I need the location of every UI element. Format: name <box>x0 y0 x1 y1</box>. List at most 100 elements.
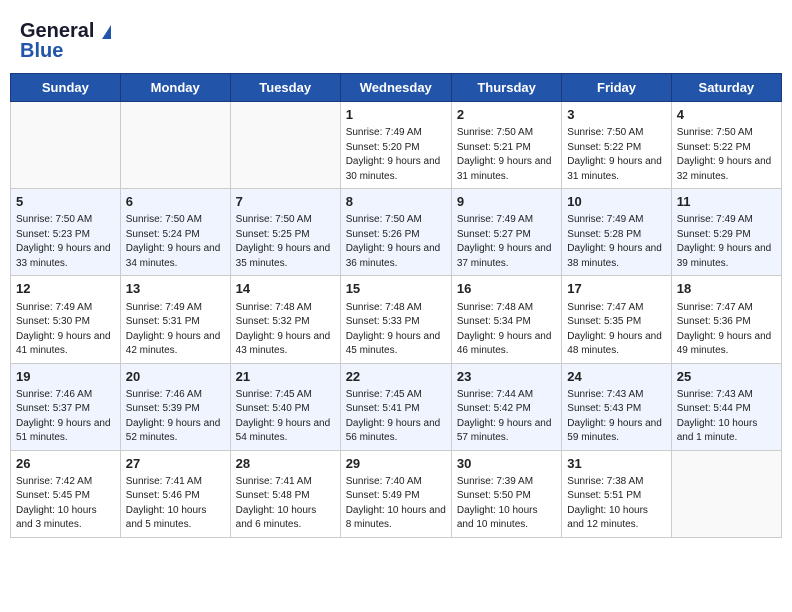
day-number: 26 <box>16 455 115 473</box>
day-info: Sunrise: 7:43 AM Sunset: 5:43 PM Dayligh… <box>567 388 665 446</box>
calendar-cell: 3 Sunrise: 7:50 AM Sunset: 5:22 PM Daylig… <box>562 102 671 189</box>
day-number: 3 <box>567 106 665 124</box>
day-info: Sunrise: 7:46 AM Sunset: 5:39 PM Dayligh… <box>126 388 225 446</box>
calendar-cell <box>230 102 340 189</box>
logo: General Blue <box>20 20 111 63</box>
day-number: 4 <box>677 106 776 124</box>
day-number: 19 <box>16 368 115 386</box>
weekday-header-monday: Monday <box>120 74 230 102</box>
day-number: 10 <box>567 193 665 211</box>
day-info: Sunrise: 7:47 AM Sunset: 5:36 PM Dayligh… <box>677 301 776 359</box>
calendar: SundayMondayTuesdayWednesdayThursdayFrid… <box>10 73 782 538</box>
day-number: 28 <box>236 455 335 473</box>
day-number: 30 <box>457 455 556 473</box>
calendar-week-1: 1Sunrise: 7:49 AM Sunset: 5:20 PM Daylig… <box>11 102 782 189</box>
calendar-week-4: 19 Sunrise: 7:46 AM Sunset: 5:37 PM Dayli… <box>11 363 782 450</box>
calendar-cell: 31Sunrise: 7:38 AM Sunset: 5:51 PM Dayli… <box>562 450 671 537</box>
day-info: Sunrise: 7:50 AM Sunset: 5:22 PM Dayligh… <box>677 126 776 184</box>
day-number: 24 <box>567 368 665 386</box>
day-info: Sunrise: 7:45 AM Sunset: 5:40 PM Dayligh… <box>236 388 335 446</box>
calendar-cell <box>120 102 230 189</box>
day-number: 1 <box>346 106 446 124</box>
day-number: 18 <box>677 280 776 298</box>
calendar-cell: 2 Sunrise: 7:50 AM Sunset: 5:21 PM Daylig… <box>451 102 561 189</box>
weekday-header-tuesday: Tuesday <box>230 74 340 102</box>
day-number: 22 <box>346 368 446 386</box>
calendar-cell: 10 Sunrise: 7:49 AM Sunset: 5:28 PM Dayli… <box>562 189 671 276</box>
calendar-cell: 4 Sunrise: 7:50 AM Sunset: 5:22 PM Daylig… <box>671 102 781 189</box>
day-info: Sunrise: 7:50 AM Sunset: 5:21 PM Dayligh… <box>457 126 556 184</box>
day-info: Sunrise: 7:49 AM Sunset: 5:27 PM Dayligh… <box>457 213 556 271</box>
calendar-cell: 16 Sunrise: 7:48 AM Sunset: 5:34 PM Dayli… <box>451 276 561 363</box>
calendar-cell: 11Sunrise: 7:49 AM Sunset: 5:29 PM Dayli… <box>671 189 781 276</box>
day-info: Sunrise: 7:46 AM Sunset: 5:37 PM Dayligh… <box>16 388 115 446</box>
calendar-cell: 21Sunrise: 7:45 AM Sunset: 5:40 PM Dayli… <box>230 363 340 450</box>
calendar-cell: 1Sunrise: 7:49 AM Sunset: 5:20 PM Daylig… <box>340 102 451 189</box>
logo-text: General <box>20 20 111 42</box>
day-info: Sunrise: 7:44 AM Sunset: 5:42 PM Dayligh… <box>457 388 556 446</box>
day-info: Sunrise: 7:48 AM Sunset: 5:33 PM Dayligh… <box>346 301 446 359</box>
day-number: 13 <box>126 280 225 298</box>
calendar-cell <box>11 102 121 189</box>
calendar-cell: 19 Sunrise: 7:46 AM Sunset: 5:37 PM Dayli… <box>11 363 121 450</box>
calendar-week-5: 26 Sunrise: 7:42 AM Sunset: 5:45 PM Dayli… <box>11 450 782 537</box>
day-info: Sunrise: 7:49 AM Sunset: 5:31 PM Dayligh… <box>126 301 225 359</box>
calendar-cell: 6Sunrise: 7:50 AM Sunset: 5:24 PM Daylig… <box>120 189 230 276</box>
day-number: 9 <box>457 193 556 211</box>
day-number: 29 <box>346 455 446 473</box>
day-number: 12 <box>16 280 115 298</box>
day-number: 25 <box>677 368 776 386</box>
day-number: 17 <box>567 280 665 298</box>
day-number: 16 <box>457 280 556 298</box>
calendar-cell: 7 Sunrise: 7:50 AM Sunset: 5:25 PM Daylig… <box>230 189 340 276</box>
calendar-cell: 17 Sunrise: 7:47 AM Sunset: 5:35 PM Dayli… <box>562 276 671 363</box>
calendar-cell: 28 Sunrise: 7:41 AM Sunset: 5:48 PM Dayli… <box>230 450 340 537</box>
calendar-cell: 29 Sunrise: 7:40 AM Sunset: 5:49 PM Dayli… <box>340 450 451 537</box>
day-info: Sunrise: 7:40 AM Sunset: 5:49 PM Dayligh… <box>346 475 446 533</box>
calendar-week-3: 12 Sunrise: 7:49 AM Sunset: 5:30 PM Dayli… <box>11 276 782 363</box>
weekday-header-saturday: Saturday <box>671 74 781 102</box>
day-info: Sunrise: 7:45 AM Sunset: 5:41 PM Dayligh… <box>346 388 446 446</box>
day-info: Sunrise: 7:50 AM Sunset: 5:25 PM Dayligh… <box>236 213 335 271</box>
day-info: Sunrise: 7:49 AM Sunset: 5:29 PM Dayligh… <box>677 213 776 271</box>
day-number: 27 <box>126 455 225 473</box>
day-info: Sunrise: 7:50 AM Sunset: 5:23 PM Dayligh… <box>16 213 115 271</box>
calendar-cell: 18 Sunrise: 7:47 AM Sunset: 5:36 PM Dayli… <box>671 276 781 363</box>
weekday-header-thursday: Thursday <box>451 74 561 102</box>
day-info: Sunrise: 7:50 AM Sunset: 5:26 PM Dayligh… <box>346 213 446 271</box>
calendar-cell <box>671 450 781 537</box>
calendar-cell: 14Sunrise: 7:48 AM Sunset: 5:32 PM Dayli… <box>230 276 340 363</box>
day-number: 2 <box>457 106 556 124</box>
day-info: Sunrise: 7:49 AM Sunset: 5:30 PM Dayligh… <box>16 301 115 359</box>
weekday-header-sunday: Sunday <box>11 74 121 102</box>
calendar-cell: 15 Sunrise: 7:48 AM Sunset: 5:33 PM Dayli… <box>340 276 451 363</box>
day-info: Sunrise: 7:38 AM Sunset: 5:51 PM Dayligh… <box>567 475 665 533</box>
day-info: Sunrise: 7:50 AM Sunset: 5:22 PM Dayligh… <box>567 126 665 184</box>
day-info: Sunrise: 7:41 AM Sunset: 5:46 PM Dayligh… <box>126 475 225 533</box>
calendar-cell: 9 Sunrise: 7:49 AM Sunset: 5:27 PM Daylig… <box>451 189 561 276</box>
calendar-cell: 24 Sunrise: 7:43 AM Sunset: 5:43 PM Dayli… <box>562 363 671 450</box>
day-number: 23 <box>457 368 556 386</box>
day-info: Sunrise: 7:42 AM Sunset: 5:45 PM Dayligh… <box>16 475 115 533</box>
day-number: 8 <box>346 193 446 211</box>
calendar-cell: 12 Sunrise: 7:49 AM Sunset: 5:30 PM Dayli… <box>11 276 121 363</box>
day-info: Sunrise: 7:50 AM Sunset: 5:24 PM Dayligh… <box>126 213 225 271</box>
day-info: Sunrise: 7:41 AM Sunset: 5:48 PM Dayligh… <box>236 475 335 533</box>
day-info: Sunrise: 7:49 AM Sunset: 5:28 PM Dayligh… <box>567 213 665 271</box>
header: General Blue <box>10 10 782 68</box>
day-info: Sunrise: 7:39 AM Sunset: 5:50 PM Dayligh… <box>457 475 556 533</box>
day-number: 14 <box>236 280 335 298</box>
calendar-cell: 8 Sunrise: 7:50 AM Sunset: 5:26 PM Daylig… <box>340 189 451 276</box>
day-number: 20 <box>126 368 225 386</box>
weekday-header-friday: Friday <box>562 74 671 102</box>
calendar-week-2: 5Sunrise: 7:50 AM Sunset: 5:23 PM Daylig… <box>11 189 782 276</box>
day-info: Sunrise: 7:43 AM Sunset: 5:44 PM Dayligh… <box>677 388 776 446</box>
day-info: Sunrise: 7:48 AM Sunset: 5:34 PM Dayligh… <box>457 301 556 359</box>
day-number: 15 <box>346 280 446 298</box>
calendar-cell: 23 Sunrise: 7:44 AM Sunset: 5:42 PM Dayli… <box>451 363 561 450</box>
day-number: 7 <box>236 193 335 211</box>
calendar-cell: 20 Sunrise: 7:46 AM Sunset: 5:39 PM Dayli… <box>120 363 230 450</box>
calendar-cell: 30 Sunrise: 7:39 AM Sunset: 5:50 PM Dayli… <box>451 450 561 537</box>
calendar-cell: 22 Sunrise: 7:45 AM Sunset: 5:41 PM Dayli… <box>340 363 451 450</box>
day-info: Sunrise: 7:47 AM Sunset: 5:35 PM Dayligh… <box>567 301 665 359</box>
